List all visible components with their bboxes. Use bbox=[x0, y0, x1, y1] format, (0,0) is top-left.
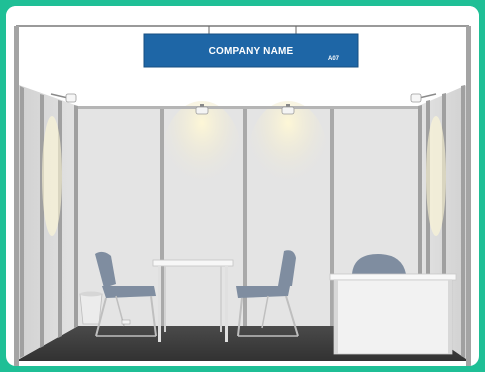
spotlight-glow-left bbox=[162, 101, 242, 211]
image-frame: COMPANY NAME A07 bbox=[6, 6, 479, 366]
back-wall-top-rail bbox=[78, 106, 418, 109]
waste-bin bbox=[79, 291, 103, 325]
right-wall-glow bbox=[426, 116, 446, 236]
booth-scene bbox=[6, 6, 479, 366]
left-corner-post bbox=[14, 26, 19, 366]
power-socket-icon bbox=[121, 319, 131, 325]
right-corner-post bbox=[466, 26, 471, 366]
company-sign bbox=[143, 33, 359, 68]
left-wall-glow bbox=[42, 116, 62, 236]
spotlight-glow-right bbox=[248, 101, 328, 211]
reception-counter bbox=[329, 273, 457, 355]
panel-post bbox=[330, 106, 334, 326]
